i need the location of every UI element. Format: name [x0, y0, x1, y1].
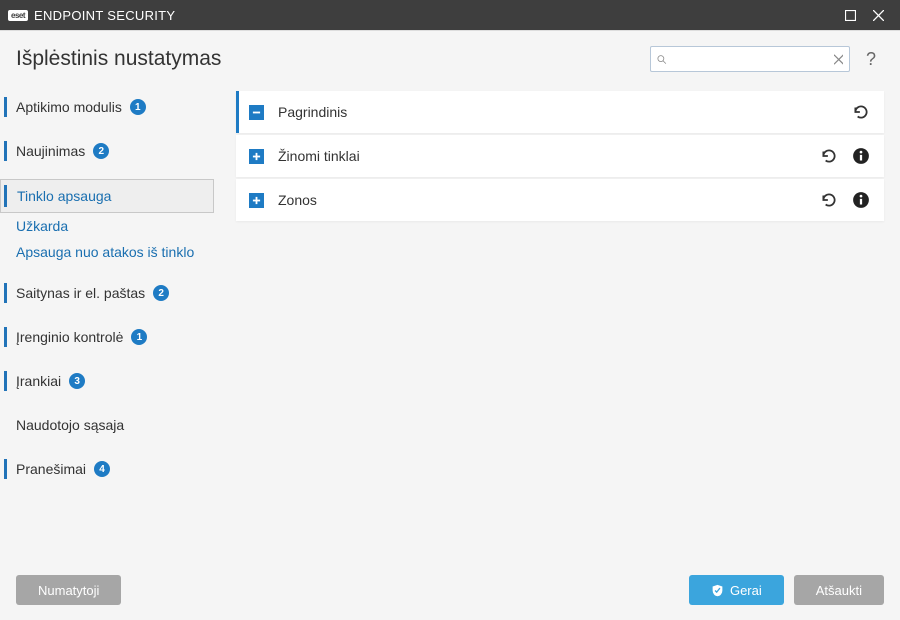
- info-button[interactable]: [852, 191, 870, 209]
- main-panel: Pagrindinis Žinomi tinklai: [230, 87, 884, 560]
- sidebar-item-label: Įrenginio kontrolė: [16, 329, 123, 345]
- badge: 4: [94, 461, 110, 477]
- sidebar-item-label: Įrankiai: [16, 373, 61, 389]
- help-button[interactable]: ?: [858, 46, 884, 72]
- maximize-icon: [845, 10, 856, 21]
- expand-icon[interactable]: [249, 149, 264, 164]
- sidebar-item-network[interactable]: Tinklo apsauga: [0, 179, 214, 213]
- badge: 2: [93, 143, 109, 159]
- close-button[interactable]: [864, 1, 892, 29]
- undo-icon: [852, 103, 870, 121]
- info-icon: [852, 147, 870, 165]
- badge: 2: [153, 285, 169, 301]
- sidebar-item-notifications[interactable]: Pranešimai 4: [0, 453, 214, 485]
- close-icon: [873, 10, 884, 21]
- panel-label: Žinomi tinklai: [278, 148, 820, 164]
- search-box[interactable]: [650, 46, 850, 72]
- sidebar-item-update[interactable]: Naujinimas 2: [0, 135, 214, 167]
- sidebar-sub-attack-protection[interactable]: Apsauga nuo atakos iš tinklo: [0, 239, 214, 265]
- revert-button[interactable]: [852, 103, 870, 121]
- sidebar: Aptikimo modulis 1 Naujinimas 2 Tinklo a…: [0, 87, 230, 560]
- panel-row-zones[interactable]: Zonos: [236, 179, 884, 221]
- brand-text: ENDPOINT SECURITY: [34, 8, 175, 23]
- sidebar-item-label: Saitynas ir el. paštas: [16, 285, 145, 301]
- revert-button[interactable]: [820, 147, 838, 165]
- sidebar-item-tools[interactable]: Įrankiai 3: [0, 365, 214, 397]
- undo-icon: [820, 147, 838, 165]
- search-input[interactable]: [667, 52, 834, 66]
- info-icon: [852, 191, 870, 209]
- clear-search-icon[interactable]: [834, 53, 844, 66]
- defaults-button[interactable]: Numatytoji: [16, 575, 121, 605]
- cancel-button[interactable]: Atšaukti: [794, 575, 884, 605]
- sidebar-item-detection[interactable]: Aptikimo modulis 1: [0, 91, 214, 123]
- undo-icon: [820, 191, 838, 209]
- sidebar-item-label: Užkarda: [16, 218, 68, 234]
- page-title: Išplėstinis nustatymas: [16, 47, 221, 71]
- sidebar-item-label: Naujinimas: [16, 143, 85, 159]
- titlebar: eset ENDPOINT SECURITY: [0, 0, 900, 30]
- info-button[interactable]: [852, 147, 870, 165]
- panel-row-basic[interactable]: Pagrindinis: [236, 91, 884, 133]
- brand-logo: eset: [8, 10, 28, 21]
- expand-icon[interactable]: [249, 193, 264, 208]
- revert-button[interactable]: [820, 191, 838, 209]
- shield-icon: [711, 584, 724, 597]
- sidebar-item-label: Aptikimo modulis: [16, 99, 122, 115]
- sidebar-item-device[interactable]: Įrenginio kontrolė 1: [0, 321, 214, 353]
- panel-label: Zonos: [278, 192, 820, 208]
- brand: eset ENDPOINT SECURITY: [8, 8, 175, 23]
- panel-row-known-networks[interactable]: Žinomi tinklai: [236, 135, 884, 177]
- sidebar-item-ui[interactable]: Naudotojo sąsaja: [0, 409, 214, 441]
- badge: 3: [69, 373, 85, 389]
- sidebar-item-label: Tinklo apsauga: [17, 188, 111, 204]
- sidebar-item-label: Naudotojo sąsaja: [16, 417, 124, 433]
- panel-label: Pagrindinis: [278, 104, 852, 120]
- footer: Numatytoji Gerai Atšaukti: [0, 560, 900, 620]
- search-icon: [657, 53, 667, 66]
- badge: 1: [130, 99, 146, 115]
- collapse-icon[interactable]: [249, 105, 264, 120]
- header: Išplėstinis nustatymas ?: [0, 31, 900, 87]
- ok-button[interactable]: Gerai: [689, 575, 784, 605]
- maximize-button[interactable]: [836, 1, 864, 29]
- sidebar-item-label: Pranešimai: [16, 461, 86, 477]
- badge: 1: [131, 329, 147, 345]
- sidebar-item-label: Apsauga nuo atakos iš tinklo: [16, 244, 194, 260]
- sidebar-item-web-email[interactable]: Saitynas ir el. paštas 2: [0, 277, 214, 309]
- sidebar-sub-firewall[interactable]: Užkarda: [0, 213, 214, 239]
